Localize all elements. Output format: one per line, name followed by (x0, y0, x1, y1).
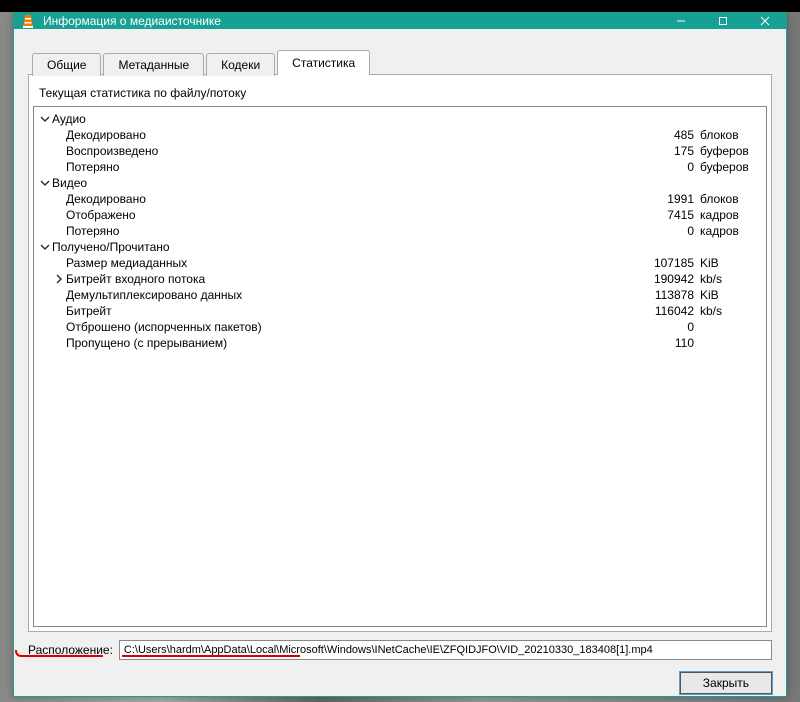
vlc-icon (20, 13, 36, 29)
tab-general[interactable]: Общие (32, 53, 101, 76)
stat-row: Демультиплексировано данных113878KiB (34, 287, 766, 303)
location-label: Расположение: (28, 643, 113, 657)
window-title: Информация о медиаисточнике (43, 14, 660, 28)
group-audio[interactable]: Аудио (34, 111, 766, 127)
stat-row: Потеряно0кадров (34, 223, 766, 239)
group-video[interactable]: Видео (34, 175, 766, 191)
statistics-list[interactable]: Аудио Декодировано485блоков Воспроизведе… (33, 106, 767, 627)
location-row: Расположение: (28, 640, 772, 660)
stat-row: Потеряно0буферов (34, 159, 766, 175)
group-received[interactable]: Получено/Прочитано (34, 239, 766, 255)
tab-strip: Общие Метаданные Кодеки Статистика (32, 49, 786, 74)
stat-row: Размер медиаданных107185KiB (34, 255, 766, 271)
stat-row: Битрейт116042kb/s (34, 303, 766, 319)
close-window-button[interactable] (744, 13, 786, 29)
tab-codecs[interactable]: Кодеки (206, 53, 275, 76)
stat-row: Битрейт входного потока190942kb/s (34, 271, 766, 287)
chevron-down-icon[interactable] (38, 178, 52, 188)
stat-row: Пропущено (с прерыванием)110 (34, 335, 766, 351)
stat-row: Воспроизведено175буферов (34, 143, 766, 159)
tab-metadata[interactable]: Метаданные (103, 53, 204, 76)
location-input[interactable] (119, 640, 772, 660)
stat-row: Декодировано485блоков (34, 127, 766, 143)
close-button[interactable]: Закрыть (680, 672, 772, 694)
stat-row: Отображено7415кадров (34, 207, 766, 223)
tab-statistics[interactable]: Статистика (277, 50, 370, 75)
stat-row: Декодировано1991блоков (34, 191, 766, 207)
media-info-window: Информация о медиаисточнике Общие Метада… (13, 12, 787, 697)
chevron-down-icon[interactable] (38, 242, 52, 252)
stat-row: Отброшено (испорченных пакетов)0 (34, 319, 766, 335)
pane-label: Текущая статистика по файлу/потоку (39, 86, 767, 100)
maximize-button[interactable] (702, 13, 744, 29)
titlebar: Информация о медиаисточнике (14, 13, 786, 29)
chevron-down-icon[interactable] (38, 114, 52, 124)
minimize-button[interactable] (660, 13, 702, 29)
statistics-pane: Текущая статистика по файлу/потоку Аудио… (28, 74, 772, 632)
chevron-right-icon[interactable] (52, 274, 66, 284)
